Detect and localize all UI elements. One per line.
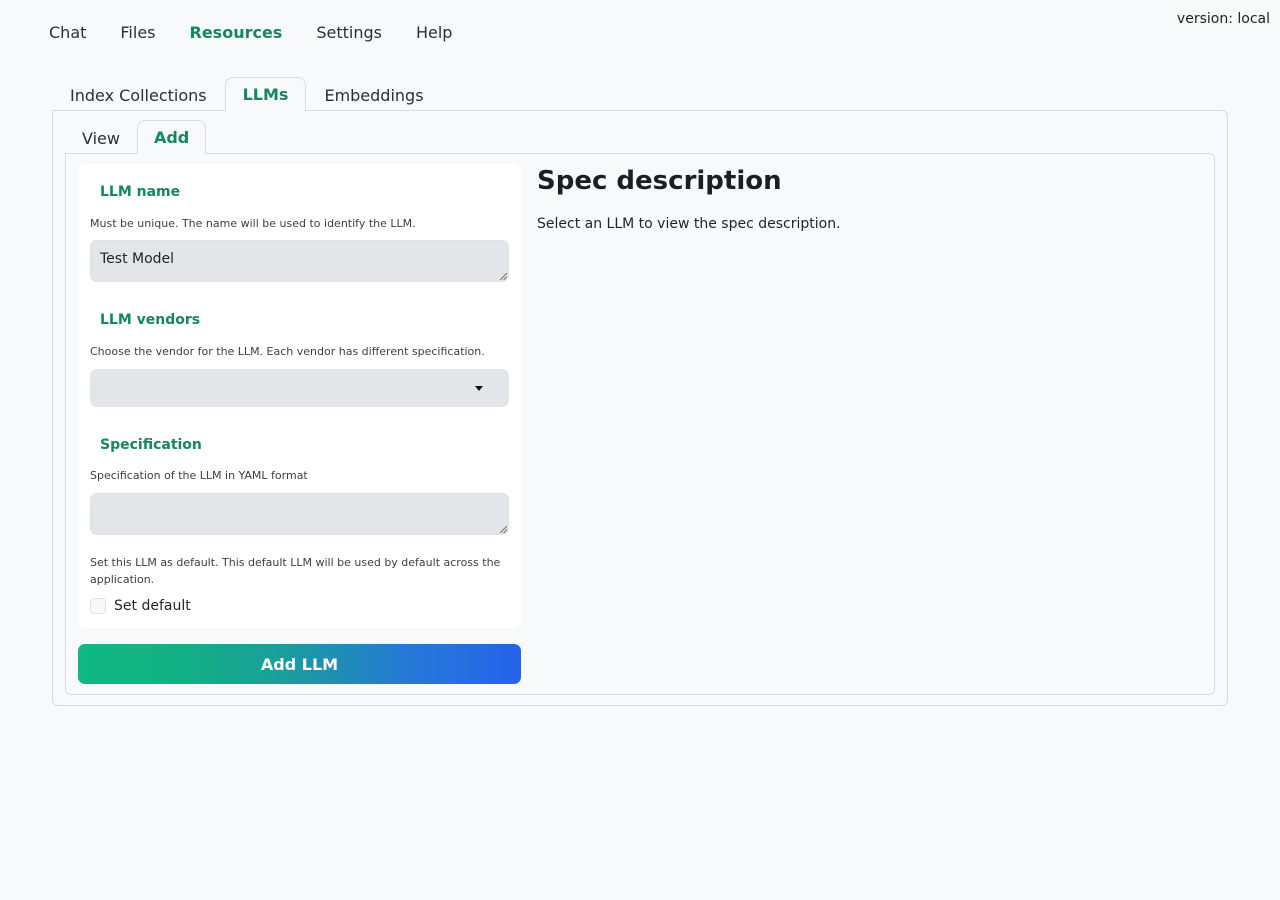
resize-handle-icon[interactable] (500, 273, 507, 280)
nav-help[interactable]: Help (416, 22, 452, 44)
llm-name-input[interactable]: Test Model (90, 240, 509, 282)
specification-input[interactable] (90, 493, 509, 535)
spec-description-title: Spec description (537, 166, 782, 196)
tab-llms[interactable]: LLMs (224, 77, 307, 111)
llm-vendors-label: LLM vendors (100, 312, 201, 328)
llm-vendor-select[interactable] (90, 369, 509, 407)
nav-settings[interactable]: Settings (316, 22, 382, 44)
spec-description-text: Select an LLM to view the spec descripti… (537, 216, 841, 232)
add-llm-button[interactable]: Add LLM (78, 644, 521, 684)
nav-files[interactable]: Files (120, 22, 155, 44)
nav-resources[interactable]: Resources (190, 22, 283, 44)
tab-index-collections[interactable]: Index Collections (52, 78, 225, 111)
tab-add[interactable]: Add (136, 120, 207, 154)
version-label: version: local (1176, 11, 1270, 27)
resource-tabs: Index Collections LLMs Embeddings (52, 77, 442, 111)
llm-name-value: Test Model (100, 251, 175, 267)
specification-info: Specification of the LLM in YAML format (90, 469, 308, 482)
specification-label: Specification (100, 437, 202, 453)
caret-down-icon (475, 386, 483, 391)
main-nav: Chat Files Resources Settings Help (49, 22, 486, 44)
tab-view[interactable]: View (65, 121, 137, 154)
llm-tabs: View Add (65, 120, 207, 154)
set-default-row: Set default (90, 598, 191, 614)
set-default-info: Set this LLM as default. This default LL… (90, 556, 501, 586)
tab-embeddings[interactable]: Embeddings (306, 78, 441, 111)
llm-vendors-info: Choose the vendor for the LLM. Each vend… (90, 345, 485, 358)
llm-name-label: LLM name (100, 184, 181, 200)
nav-chat[interactable]: Chat (49, 22, 86, 44)
resize-handle-icon[interactable] (500, 526, 507, 533)
set-default-checkbox[interactable] (90, 598, 106, 614)
llm-name-info: Must be unique. The name will be used to… (90, 217, 416, 230)
set-default-label[interactable]: Set default (114, 598, 191, 614)
